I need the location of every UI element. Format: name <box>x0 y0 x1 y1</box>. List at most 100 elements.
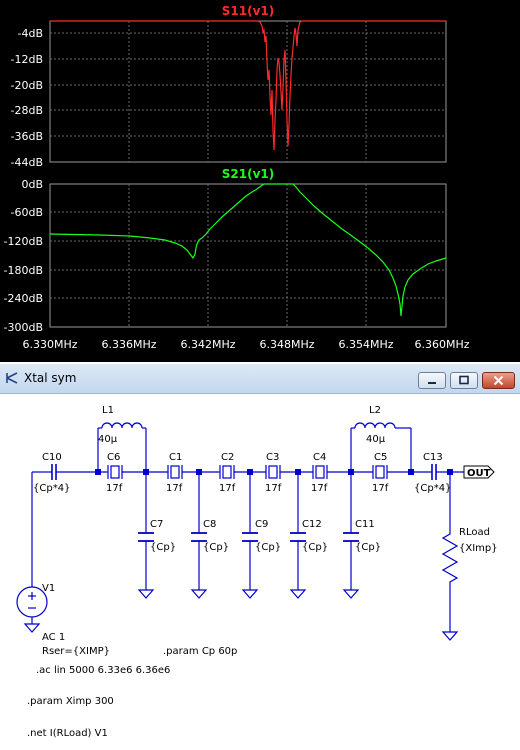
C7-value: {Cp} <box>150 542 176 553</box>
s11-tick: -44dB <box>11 156 44 169</box>
C2-name: C2 <box>221 452 234 463</box>
s21-tick: -240dB <box>4 292 44 305</box>
s21-y-axis: 0dB -60dB -120dB -180dB -240dB -300dB <box>4 178 44 334</box>
ground-icon <box>23 623 41 633</box>
out-net-label[interactable]: OUT <box>463 465 495 479</box>
s11-y-axis: -4dB -12dB -20dB -28dB -36dB -44dB <box>11 27 44 169</box>
ground-icon <box>190 589 208 599</box>
C9-value: {Cp} <box>255 542 281 553</box>
C11-name: C11 <box>355 519 375 530</box>
minimize-button[interactable] <box>418 372 446 389</box>
s11-tick: -28dB <box>11 104 44 117</box>
s21-trace-label[interactable]: S21(v1) <box>222 167 274 181</box>
directive-param-cp[interactable]: .param Cp 60p <box>163 646 237 657</box>
s11-tick: -36dB <box>11 130 44 143</box>
C7-name: C7 <box>150 519 163 530</box>
schematic-canvas[interactable]: OUT L1 40µ L2 40µ C10 {Cp*4} C6 17f C1 1… <box>0 394 520 750</box>
x-tick: 6.342MHz <box>180 338 235 351</box>
C4-value: 17f <box>311 483 328 494</box>
C6-name: C6 <box>107 452 120 463</box>
C12-name: C12 <box>302 519 322 530</box>
resistor-RLoad[interactable] <box>441 528 459 592</box>
s11-trace-label[interactable]: S11(v1) <box>222 4 274 18</box>
maximize-icon <box>459 375 469 385</box>
x-tick: 6.336MHz <box>101 338 156 351</box>
s21-tick: -300dB <box>4 321 44 334</box>
ground-icon <box>241 589 259 599</box>
maximize-button[interactable] <box>450 372 478 389</box>
C3-name: C3 <box>266 452 279 463</box>
crystal-C5[interactable] <box>372 465 388 479</box>
V1-value-rser: Rser={XIMP} <box>42 646 110 657</box>
C3-value: 17f <box>265 483 282 494</box>
schematic-window[interactable]: Xtal sym OUT L1 40µ L2 40µ C10 {Cp*4} C6… <box>0 364 520 750</box>
inductor-L2[interactable] <box>354 422 396 429</box>
crystal-C2[interactable] <box>219 465 235 479</box>
wires <box>31 427 464 632</box>
capacitor-C11[interactable] <box>343 532 359 542</box>
V1-name: V1 <box>42 583 55 594</box>
C1-value: 17f <box>166 483 183 494</box>
V1-value-ac: AC 1 <box>42 632 65 643</box>
inductor-L1[interactable] <box>101 422 143 429</box>
s21-plot-frame[interactable] <box>49 183 447 328</box>
directive-ac[interactable]: .ac lin 5000 6.33e6 6.36e6 <box>36 665 170 676</box>
RLoad-name: RLoad <box>459 527 490 538</box>
C11-value: {Cp} <box>355 542 381 553</box>
s11-plot-frame[interactable] <box>49 20 447 163</box>
waveform-plot-pane[interactable]: S11(v1) -4dB -12dB -20dB -28dB -36dB -44… <box>0 0 520 362</box>
ground-icon <box>441 631 459 641</box>
C1-name: C1 <box>169 452 182 463</box>
crystal-C6[interactable] <box>107 465 123 479</box>
s21-tick: -60dB <box>11 206 44 219</box>
x-axis: 6.330MHz 6.336MHz 6.342MHz 6.348MHz 6.35… <box>22 338 469 351</box>
crystal-C4[interactable] <box>312 465 328 479</box>
L2-value: 40µ <box>366 434 386 445</box>
capacitor-C7[interactable] <box>138 532 154 542</box>
RLoad-value: {XImp} <box>459 543 498 554</box>
ground-icon <box>342 589 360 599</box>
C10-value: {Cp*4} <box>33 483 70 494</box>
directive-net[interactable]: .net I(RLoad) V1 <box>27 728 108 739</box>
C5-name: C5 <box>374 452 387 463</box>
C13-value: {Cp*4} <box>414 483 451 494</box>
x-tick: 6.354MHz <box>338 338 393 351</box>
directive-param-ximp[interactable]: .param Ximp 300 <box>27 696 114 707</box>
L2-name: L2 <box>369 405 381 416</box>
C6-value: 17f <box>106 483 123 494</box>
crystal-C3[interactable] <box>265 465 281 479</box>
capacitor-C8[interactable] <box>191 532 207 542</box>
s21-tick: -120dB <box>4 235 44 248</box>
minimize-icon <box>428 382 436 384</box>
C9-name: C9 <box>255 519 268 530</box>
L1-value: 40µ <box>98 434 118 445</box>
x-tick: 6.348MHz <box>259 338 314 351</box>
close-button[interactable] <box>482 372 515 389</box>
out-label-text: OUT <box>467 468 491 479</box>
s21-tick: 0dB <box>21 178 43 191</box>
x-tick: 6.360MHz <box>414 338 469 351</box>
C8-name: C8 <box>203 519 216 530</box>
C8-value: {Cp} <box>203 542 229 553</box>
s11-tick: -4dB <box>18 27 44 40</box>
L1-name: L1 <box>102 405 114 416</box>
C2-value: 17f <box>219 483 236 494</box>
crystal-C1[interactable] <box>167 465 183 479</box>
s11-tick: -12dB <box>11 53 44 66</box>
s11-tick: -20dB <box>11 79 44 92</box>
ground-icon <box>137 589 155 599</box>
C12-value: {Cp} <box>302 542 328 553</box>
C5-value: 17f <box>372 483 389 494</box>
ground-icon <box>289 589 307 599</box>
x-tick: 6.330MHz <box>22 338 77 351</box>
capacitor-C13[interactable] <box>428 464 440 480</box>
C13-name: C13 <box>423 452 443 463</box>
C4-name: C4 <box>313 452 326 463</box>
capacitor-C9[interactable] <box>242 532 258 542</box>
window-titlebar[interactable]: Xtal sym <box>0 364 520 394</box>
schematic-icon[interactable] <box>4 370 20 386</box>
capacitor-C10[interactable] <box>48 464 60 480</box>
window-title: Xtal sym <box>24 371 77 385</box>
s21-tick: -180dB <box>4 264 44 277</box>
capacitor-C12[interactable] <box>290 532 306 542</box>
